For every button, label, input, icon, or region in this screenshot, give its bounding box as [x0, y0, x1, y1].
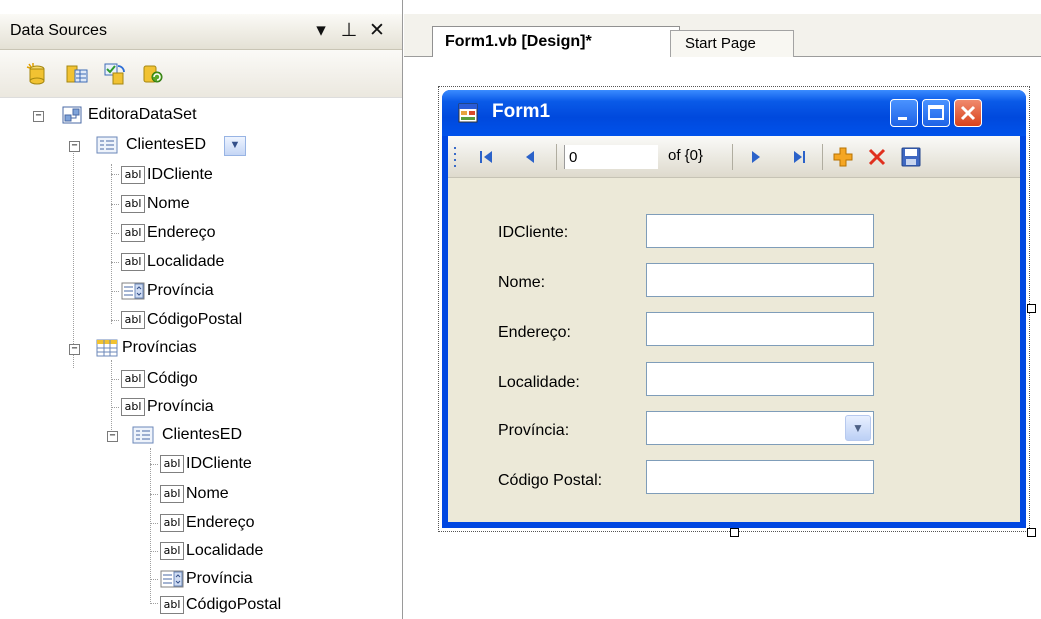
textbox-icon: abl: [160, 542, 184, 560]
textbox-icon: abl: [121, 166, 145, 184]
textbox-icon: abl: [160, 455, 184, 473]
datagrid-icon: [96, 339, 118, 357]
data-sources-toolbar: [0, 50, 402, 98]
maximize-icon: [928, 105, 944, 120]
tree-field-label: IDCliente: [147, 166, 213, 183]
save-icon[interactable]: [900, 146, 922, 168]
details-view-icon: [132, 426, 154, 444]
idcliente-textbox[interactable]: [646, 214, 874, 248]
tree-field-label: Província: [186, 570, 253, 587]
data-sources-tree: − EditoraDataSet − ClientesED ▼ abl IDCli…: [0, 98, 402, 619]
form1-titlebar[interactable]: Form1: [442, 90, 1026, 136]
tree-field-label: Localidade: [186, 542, 264, 559]
close-button[interactable]: [954, 99, 982, 127]
tree-label-dataset: EditoraDataSet: [88, 106, 197, 123]
tree-field-label: Nome: [147, 195, 190, 212]
toolbar-separator: [732, 144, 733, 170]
dataset-icon: [62, 106, 82, 124]
document-tabstrip: Form1.vb [Design]* Start Page: [404, 14, 1041, 57]
tree-field-label: Localidade: [147, 253, 225, 270]
collapse-table-toggle[interactable]: −: [69, 141, 80, 152]
count-label: of {0}: [668, 147, 704, 164]
resize-handle-corner[interactable]: [1027, 528, 1036, 537]
localidade-textbox[interactable]: [646, 362, 874, 396]
combobox-dropdown-button[interactable]: ▼: [845, 415, 871, 441]
move-previous-icon[interactable]: [520, 146, 542, 168]
tree-field-label: Endereço: [147, 224, 216, 241]
label-provincia: Província:: [498, 422, 570, 439]
provincia-combobox[interactable]: ▼: [646, 411, 874, 445]
grip-icon[interactable]: [452, 145, 458, 169]
data-sources-titlebar: Data Sources ▾ ⊥ ✕: [0, 14, 402, 50]
move-first-icon[interactable]: [476, 146, 498, 168]
label-codigo-postal: Código Postal:: [498, 472, 603, 489]
delete-icon[interactable]: [866, 146, 888, 168]
move-last-icon[interactable]: [788, 146, 810, 168]
chevron-down-icon: ▼: [852, 421, 864, 435]
add-new-icon[interactable]: [832, 146, 854, 168]
tree-field-label: CódigoPostal: [186, 596, 282, 613]
minimize-icon: [898, 117, 907, 120]
form-icon: [458, 103, 478, 123]
collapse-dataset-toggle[interactable]: −: [33, 111, 44, 122]
close-panel-icon[interactable]: ✕: [366, 18, 388, 44]
close-icon: [960, 105, 976, 121]
resize-handle-bottom[interactable]: [730, 528, 739, 537]
label-idcliente: IDCliente:: [498, 224, 569, 241]
textbox-icon: abl: [160, 485, 184, 503]
tree-field-label: CódigoPostal: [147, 311, 243, 328]
auto-hide-pin-icon[interactable]: ⊥: [338, 18, 360, 44]
tree-field-label: Província: [147, 398, 214, 415]
label-endereco: Endereço:: [498, 324, 571, 341]
tree-field-label: IDCliente: [186, 455, 252, 472]
textbox-icon: abl: [121, 253, 145, 271]
data-sources-panel: Data Sources ▾ ⊥ ✕ − EditoraDataSet − Cl…: [0, 0, 403, 619]
minimize-button[interactable]: [890, 99, 918, 127]
add-new-data-source-icon[interactable]: [26, 63, 48, 85]
move-next-icon[interactable]: [744, 146, 766, 168]
collapse-relation-toggle[interactable]: −: [107, 431, 118, 442]
chevron-down-icon: ▼: [229, 139, 241, 151]
textbox-icon: abl: [121, 311, 145, 329]
endereco-textbox[interactable]: [646, 312, 874, 346]
tree-field-label: Nome: [186, 485, 229, 502]
textbox-icon: abl: [160, 596, 184, 614]
position-input[interactable]: [564, 145, 658, 169]
configure-dataset-icon[interactable]: [104, 63, 126, 85]
control-type-dropdown[interactable]: ▼: [224, 136, 246, 156]
tab-form1-design[interactable]: Form1.vb [Design]*: [432, 26, 680, 57]
textbox-icon: abl: [160, 514, 184, 532]
maximize-button[interactable]: [922, 99, 950, 127]
combobox-icon: [160, 570, 184, 588]
textbox-icon: abl: [121, 195, 145, 213]
tree-field-label: Endereço: [186, 514, 255, 531]
toolbar-separator: [822, 144, 823, 170]
tab-start-page[interactable]: Start Page: [670, 30, 794, 57]
tree-label-table: ClientesED: [162, 426, 243, 443]
data-sources-title: Data Sources: [10, 22, 107, 39]
tree-field-label: Província: [147, 282, 214, 299]
combobox-icon: [121, 282, 145, 300]
binding-navigator: of {0}: [448, 136, 1020, 178]
label-nome: Nome:: [498, 274, 546, 291]
window-position-dropdown-icon[interactable]: ▾: [310, 18, 332, 44]
resize-handle-right[interactable]: [1027, 304, 1036, 313]
nome-textbox[interactable]: [646, 263, 874, 297]
label-localidade: Localidade:: [498, 374, 580, 391]
collapse-table-toggle[interactable]: −: [69, 344, 80, 355]
tree-label-table: Províncias: [122, 339, 197, 356]
toolbar-separator: [556, 144, 557, 170]
tree-label-table: ClientesED: [126, 136, 207, 153]
textbox-icon: abl: [121, 398, 145, 416]
form1-client-area: of {0} IDCliente: Nome:: [448, 136, 1020, 522]
form1-window[interactable]: Form1 of {0}: [442, 90, 1026, 528]
form1-title: Form1: [492, 101, 551, 122]
textbox-icon: abl: [121, 224, 145, 242]
details-view-icon: [96, 136, 118, 154]
tree-field-label: Código: [147, 370, 198, 387]
edit-dataset-designer-icon[interactable]: [66, 63, 88, 85]
refresh-icon[interactable]: [142, 63, 164, 85]
codigo-postal-textbox[interactable]: [646, 460, 874, 494]
textbox-icon: abl: [121, 370, 145, 388]
